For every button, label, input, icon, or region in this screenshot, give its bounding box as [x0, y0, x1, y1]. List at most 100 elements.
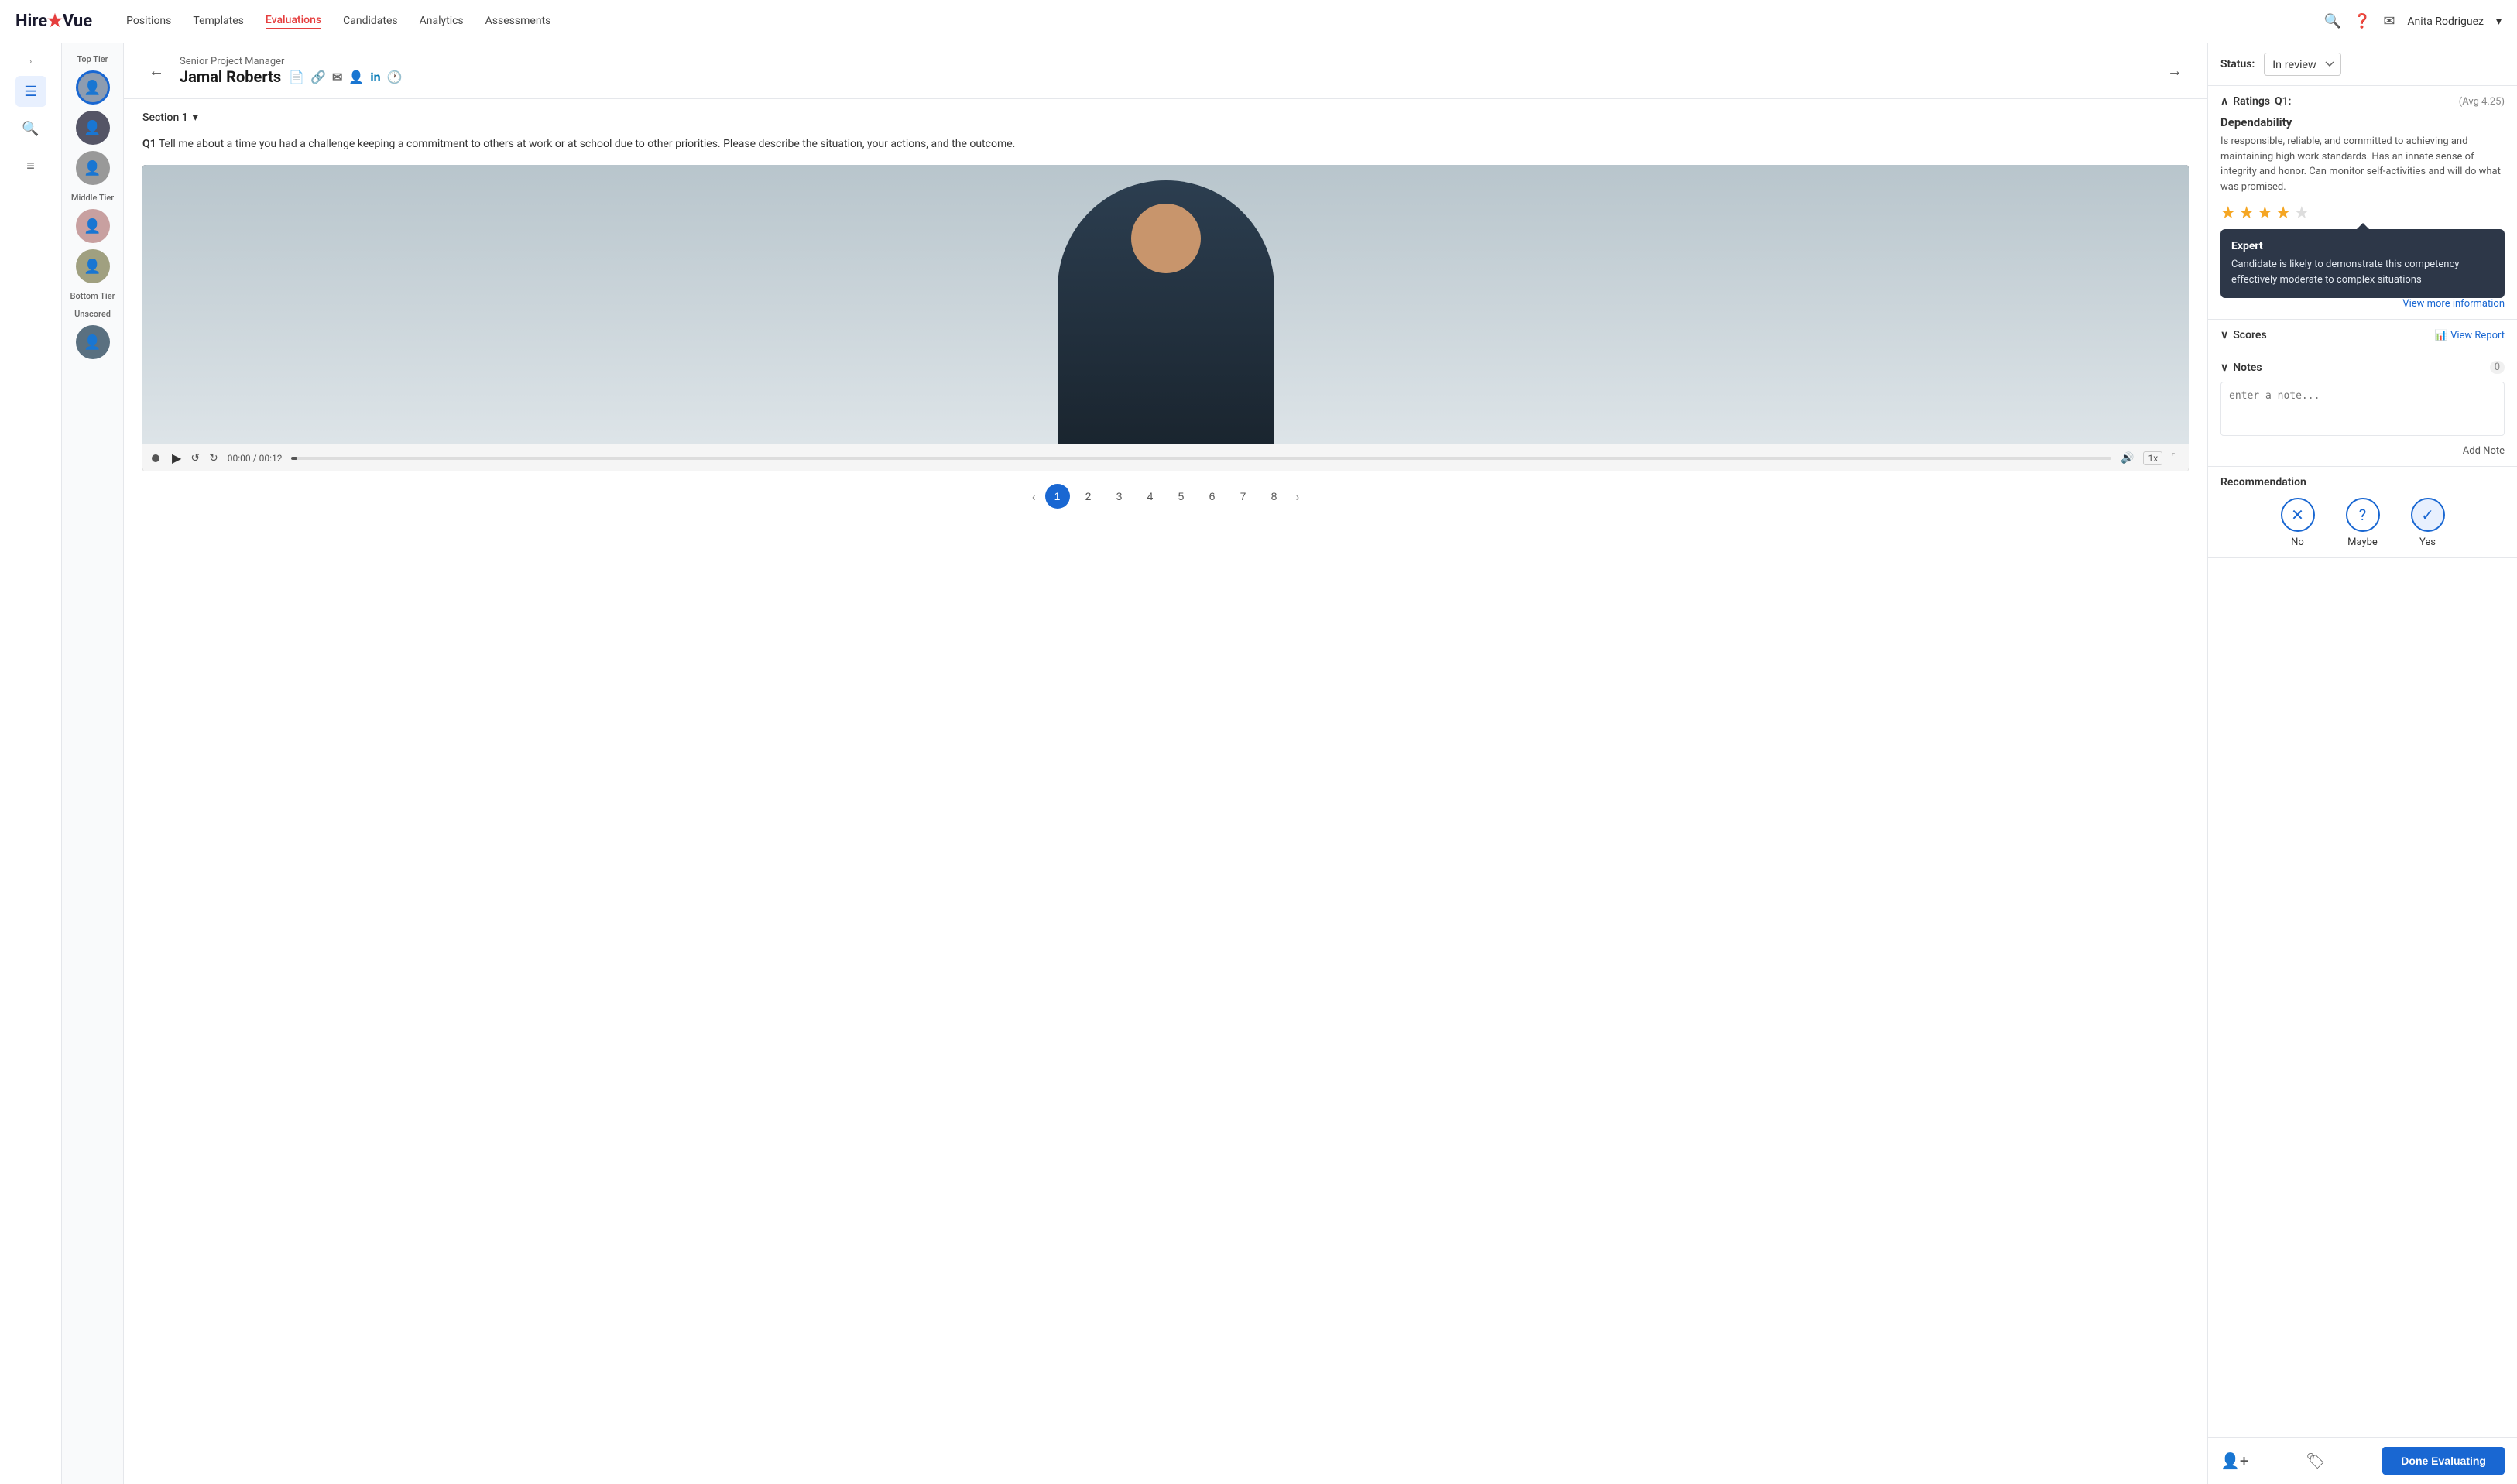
ratings-header: ∧ Ratings Q1: (Avg 4.25) — [2220, 95, 2505, 108]
ratings-label: Ratings — [2233, 95, 2270, 108]
competency-name: Dependability — [2220, 115, 2505, 129]
tooltip-body: Candidate is likely to demonstrate this … — [2231, 257, 2494, 287]
rec-yes-button[interactable]: ✓ Yes — [2411, 498, 2445, 548]
person-icon[interactable]: 👤 — [348, 70, 364, 84]
prev-page-button[interactable]: ‹ — [1029, 486, 1039, 507]
top-navigation: Hire★Vue Positions Templates Evaluations… — [0, 0, 2517, 43]
sidebar-list-icon[interactable]: ☰ — [15, 76, 46, 107]
volume-button[interactable]: 🔊 — [2121, 452, 2134, 464]
nav-evaluations[interactable]: Evaluations — [266, 14, 321, 29]
video-frame[interactable] — [142, 165, 2189, 444]
status-label: Status: — [2220, 58, 2255, 70]
mail-icon[interactable]: ✉ — [2383, 13, 2395, 29]
rec-maybe-button[interactable]: ? Maybe — [2346, 498, 2380, 548]
candidate-avatar-3[interactable]: 👤 — [76, 151, 110, 185]
star-1[interactable]: ★ — [2220, 204, 2236, 223]
nav-positions[interactable]: Positions — [126, 15, 171, 29]
main-layout: › ☰ 🔍 ≡ Top Tier 👤 👤 👤 Middle Tier 👤 👤 B… — [0, 43, 2517, 1484]
candidate-avatar-6[interactable]: 👤 — [76, 325, 110, 359]
document-icon[interactable]: 📄 — [289, 70, 304, 84]
star-4[interactable]: ★ — [2275, 204, 2291, 223]
candidate-avatar-1[interactable]: 👤 — [76, 70, 110, 105]
star-2[interactable]: ★ — [2239, 204, 2255, 223]
clock-icon[interactable]: 🕐 — [387, 70, 403, 84]
next-page-button[interactable]: › — [1293, 486, 1303, 507]
candidate-avatar-4[interactable]: 👤 — [76, 209, 110, 243]
tooltip-arrow — [2357, 223, 2369, 229]
view-more-link[interactable]: View more information — [2220, 298, 2505, 310]
page-2-button[interactable]: 2 — [1076, 484, 1101, 509]
competency-desc: Is responsible, reliable, and committed … — [2220, 134, 2505, 194]
scores-toggle[interactable]: ∨ Scores — [2220, 329, 2267, 341]
logo-text: Hire★Vue — [15, 12, 92, 31]
ratings-chevron-icon[interactable]: ∧ — [2220, 95, 2228, 108]
page-1-button[interactable]: 1 — [1045, 484, 1070, 509]
linkedin-icon[interactable]: in — [370, 70, 380, 84]
link-icon[interactable]: 🔗 — [310, 70, 326, 84]
question-text: Q1 Tell me about a time you had a challe… — [142, 136, 2189, 153]
rec-no-button[interactable]: ✕ No — [2281, 498, 2315, 548]
rewind-button[interactable]: ↺ — [190, 452, 200, 464]
star-3[interactable]: ★ — [2257, 204, 2272, 223]
user-menu[interactable]: Anita Rodriguez — [2407, 15, 2484, 28]
scores-chevron-icon: ∨ — [2220, 329, 2228, 341]
fullscreen-button[interactable]: ⛶ — [2172, 452, 2179, 464]
section-label: Section 1 — [142, 111, 188, 124]
avg-badge: (Avg 4.25) — [2459, 96, 2505, 108]
rec-no-label: No — [2291, 536, 2304, 548]
page-3-button[interactable]: 3 — [1107, 484, 1132, 509]
play-button[interactable]: ▶ — [172, 451, 181, 465]
rec-yes-label: Yes — [2419, 536, 2436, 548]
page-6-button[interactable]: 6 — [1200, 484, 1225, 509]
ratings-q-label: Q1: — [2275, 95, 2291, 108]
done-evaluating-button[interactable]: Done Evaluating — [2382, 1447, 2505, 1475]
sidebar-sort-icon[interactable]: ≡ — [15, 150, 46, 181]
add-person-icon[interactable]: 👤+ — [2220, 1451, 2248, 1470]
speed-button[interactable]: 1x — [2143, 451, 2162, 465]
ratings-title: ∧ Ratings Q1: — [2220, 95, 2291, 108]
star-5[interactable]: ★ — [2294, 204, 2310, 223]
logo: Hire★Vue — [15, 12, 92, 31]
section-selector[interactable]: Section 1 ▾ — [142, 111, 2189, 124]
video-controls: ▶ ↺ ↻ 00:00 / 00:12 🔊 1x ⛶ — [142, 444, 2189, 471]
notes-input[interactable] — [2220, 382, 2505, 436]
sidebar-expand-icon[interactable]: › — [26, 53, 36, 70]
next-candidate-button[interactable]: → — [2161, 58, 2189, 84]
recommendation-buttons: ✕ No ? Maybe ✓ Yes — [2220, 498, 2505, 548]
help-icon[interactable]: ❓ — [2354, 13, 2371, 29]
status-select[interactable]: In review Complete Pending — [2264, 53, 2341, 76]
view-report-link[interactable]: 📊 View Report — [2435, 330, 2505, 341]
nav-candidates[interactable]: Candidates — [343, 15, 398, 29]
search-icon[interactable]: 🔍 — [2323, 13, 2340, 29]
tag-icon[interactable]: 🏷 — [2306, 1451, 2325, 1470]
user-chevron-icon[interactable]: ▾ — [2496, 15, 2502, 28]
prev-candidate-button[interactable]: ← — [142, 58, 170, 84]
notes-toggle[interactable]: ∨ Notes — [2220, 362, 2262, 374]
page-5-button[interactable]: 5 — [1169, 484, 1194, 509]
scores-section: ∨ Scores 📊 View Report — [2208, 320, 2517, 351]
nav-analytics[interactable]: Analytics — [420, 15, 464, 29]
add-note-button[interactable]: Add Note — [2220, 445, 2505, 457]
nav-templates[interactable]: Templates — [193, 15, 244, 29]
candidate-name: Jamal Roberts 📄 🔗 ✉ 👤 in 🕐 — [180, 67, 2152, 86]
notes-section: ∨ Notes 0 Add Note — [2208, 351, 2517, 467]
nav-assessments[interactable]: Assessments — [485, 15, 551, 29]
candidate-avatar-2[interactable]: 👤 — [76, 111, 110, 145]
video-progress-bar[interactable] — [291, 457, 2111, 460]
pagination: ‹ 1 2 3 4 5 6 7 8 › — [142, 471, 2189, 521]
candidate-avatar-5[interactable]: 👤 — [76, 249, 110, 283]
right-panel: Status: In review Complete Pending ∧ Rat… — [2207, 43, 2517, 1484]
page-8-button[interactable]: 8 — [1262, 484, 1287, 509]
progress-dot — [152, 454, 159, 462]
chart-icon: 📊 — [2435, 330, 2447, 341]
page-7-button[interactable]: 7 — [1231, 484, 1256, 509]
notes-count: 0 — [2490, 361, 2505, 374]
email-icon[interactable]: ✉ — [332, 70, 342, 84]
content-area: Section 1 ▾ Q1 Tell me about a time you … — [124, 99, 2207, 1484]
sidebar-search-icon[interactable]: 🔍 — [15, 113, 46, 144]
ratings-section: ∧ Ratings Q1: (Avg 4.25) Dependability I… — [2208, 86, 2517, 320]
nav-links: Positions Templates Evaluations Candidat… — [126, 14, 550, 29]
expert-tooltip: Expert Candidate is likely to demonstrat… — [2220, 229, 2505, 298]
forward-button[interactable]: ↻ — [209, 452, 218, 464]
page-4-button[interactable]: 4 — [1138, 484, 1163, 509]
